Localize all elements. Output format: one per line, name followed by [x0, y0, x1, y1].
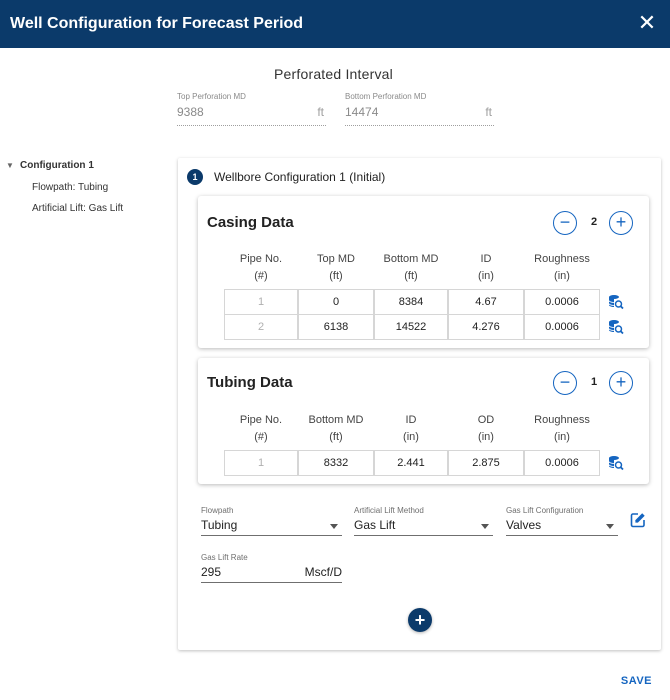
tubing-cell: 1: [224, 450, 298, 476]
lift-config-label: Gas Lift Configuration: [506, 506, 584, 515]
top-perforation-unit: ft: [317, 105, 324, 119]
tubing-cell[interactable]: 0.0006: [524, 450, 600, 476]
tubing-increment-button[interactable]: +: [609, 371, 633, 395]
tubing-header-pipe-no: Pipe No. (#): [239, 414, 283, 443]
top-perforation-value: 9388: [177, 105, 204, 119]
tree-item-configuration-1[interactable]: ▼ Configuration 1: [6, 160, 94, 171]
casing-count-stepper: − 2 +: [553, 211, 633, 235]
casing-cell: 2: [224, 314, 298, 340]
tubing-count: 1: [590, 376, 598, 388]
database-search-icon[interactable]: [608, 319, 624, 335]
tree-item-artificial-lift[interactable]: Artificial Lift: Gas Lift: [32, 203, 123, 214]
wellbore-configuration-card: 1 Wellbore Configuration 1 (Initial) Cas…: [178, 158, 661, 650]
tubing-header-id: ID (in): [403, 414, 419, 443]
close-icon[interactable]: ✕: [636, 12, 658, 34]
tubing-header-od: OD (in): [477, 414, 495, 443]
casing-header-bottom-md: Bottom MD (ft): [383, 253, 439, 282]
casing-data-title: Casing Data: [207, 214, 294, 231]
gas-lift-rate-field[interactable]: Gas Lift Rate 295 Mscf/D: [201, 553, 342, 583]
lift-rate-unit: Mscf/D: [304, 565, 342, 579]
save-button[interactable]: SAVE: [621, 675, 652, 687]
flowpath-select[interactable]: Flowpath Tubing: [201, 506, 342, 536]
tubing-data-title: Tubing Data: [207, 374, 293, 391]
caret-down-icon[interactable]: ▼: [6, 161, 20, 170]
dialog-header: Well Configuration for Forecast Period ✕: [0, 0, 670, 48]
add-configuration-button[interactable]: +: [408, 608, 432, 632]
casing-count: 2: [590, 216, 598, 228]
casing-cell[interactable]: 0.0006: [524, 289, 600, 315]
lift-rate-value: 295: [201, 565, 222, 579]
tubing-cell[interactable]: 2.441: [374, 450, 448, 476]
casing-cell[interactable]: 0: [298, 289, 374, 315]
casing-cell[interactable]: 4.67: [448, 289, 524, 315]
casing-header-id: ID (in): [478, 253, 494, 282]
tubing-data-card: Tubing Data − 1 + Pipe No. (#) Bottom MD(…: [198, 358, 649, 484]
casing-cell[interactable]: 6138: [298, 314, 374, 340]
casing-cell[interactable]: 8384: [374, 289, 448, 315]
casing-header-pipe-no: Pipe No. (#): [239, 253, 283, 282]
casing-cell: 1: [224, 289, 298, 315]
tubing-header-roughness: Roughness (in): [534, 414, 590, 443]
bottom-perforation-label: Bottom Perforation MD: [345, 92, 427, 101]
casing-cell[interactable]: 4.276: [448, 314, 524, 340]
tubing-cell[interactable]: 8332: [298, 450, 374, 476]
top-perforation-label: Top Perforation MD: [177, 92, 246, 101]
casing-cell[interactable]: 0.0006: [524, 314, 600, 340]
bottom-perforation-value: 14474: [345, 105, 379, 119]
lift-rate-label: Gas Lift Rate: [201, 553, 248, 562]
tubing-cell[interactable]: 2.875: [448, 450, 524, 476]
database-search-icon[interactable]: [608, 294, 624, 310]
dropdown-arrow-icon: [606, 524, 614, 529]
tubing-count-stepper: − 1 +: [553, 371, 633, 395]
perforated-interval-title: Perforated Interval: [274, 66, 393, 82]
tree-root-label: Configuration 1: [20, 160, 94, 171]
tubing-header-bottom-md: Bottom MD (ft): [308, 414, 364, 443]
casing-header-roughness: Roughness (in): [534, 253, 590, 282]
lift-config-value: Valves: [506, 518, 542, 532]
dialog-title: Well Configuration for Forecast Period: [10, 15, 304, 32]
bottom-perforation-unit: ft: [485, 105, 492, 119]
dropdown-arrow-icon: [330, 524, 338, 529]
edit-icon[interactable]: [629, 511, 647, 529]
bottom-perforation-field[interactable]: Bottom Perforation MD 14474 ft: [345, 92, 494, 126]
lift-method-label: Artificial Lift Method: [354, 506, 424, 515]
flowpath-value: Tubing: [201, 518, 238, 532]
artificial-lift-method-select[interactable]: Artificial Lift Method Gas Lift: [354, 506, 493, 536]
flowpath-label: Flowpath: [201, 506, 234, 515]
dropdown-arrow-icon: [481, 524, 489, 529]
casing-header-top-md: Top MD (ft): [317, 253, 355, 282]
casing-data-card: Casing Data − 2 + Pipe No. (#) Top MD (ft)…: [198, 196, 649, 348]
lift-method-value: Gas Lift: [354, 518, 396, 532]
gas-lift-configuration-select[interactable]: Gas Lift Configuration Valves: [506, 506, 618, 536]
top-perforation-field[interactable]: Top Perforation MD 9388 ft: [177, 92, 326, 126]
database-search-icon[interactable]: [608, 455, 624, 471]
casing-increment-button[interactable]: +: [609, 211, 633, 235]
tubing-decrement-button[interactable]: −: [553, 371, 577, 395]
step-number-badge: 1: [187, 169, 203, 185]
casing-decrement-button[interactable]: −: [553, 211, 577, 235]
casing-cell[interactable]: 14522: [374, 314, 448, 340]
tree-item-flowpath[interactable]: Flowpath: Tubing: [32, 182, 108, 193]
wellbore-configuration-title: Wellbore Configuration 1 (Initial): [214, 170, 386, 184]
